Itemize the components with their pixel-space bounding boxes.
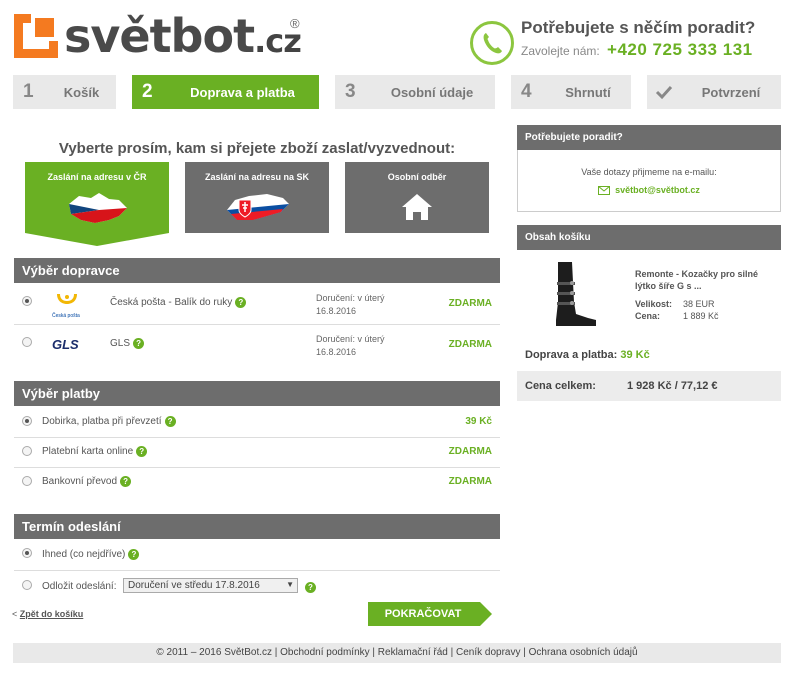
carrier-price: ZDARMA	[448, 298, 492, 309]
carrier-row-ceska-posta[interactable]: Česká pošta Česká pošta - Balík do ruky?…	[14, 284, 500, 325]
carrier-name: Česká pošta - Balík do ruky?	[110, 297, 247, 308]
payment-row-card[interactable]: Platební karta online? ZDARMA	[14, 438, 500, 468]
dispatch-now-label: Ihned (co nejdříve)?	[42, 549, 140, 560]
step-label: Shrnutí	[565, 85, 611, 100]
payment-radio[interactable]	[22, 446, 32, 456]
payment-radio[interactable]	[22, 476, 32, 486]
step-delivery-payment[interactable]: 2 Doprava a platba	[132, 75, 319, 109]
carrier-row-gls[interactable]: GLS GLS? Doručení: v úterý 16.8.2016 ZDAR…	[14, 325, 500, 365]
product-name[interactable]: Remonte - Kozačky pro silné lýtko šíře G…	[635, 268, 775, 292]
phone-number[interactable]: +420 725 333 131	[607, 40, 753, 59]
payment-row-cod[interactable]: Dobirka, platba při převzetí? 39 Kč	[14, 407, 500, 438]
payment-name: Bankovní převod?	[42, 476, 132, 487]
mail-icon	[598, 186, 611, 196]
carrier-logo-text: Česká pošta	[52, 313, 80, 319]
check-icon	[655, 85, 673, 100]
registered-mark: ®	[290, 16, 300, 31]
payment-row-transfer[interactable]: Bankovní převod? ZDARMA	[14, 468, 500, 498]
payment-price: 39 Kč	[465, 416, 492, 427]
shipping-cost: Doprava a platba: 39 Kč	[525, 349, 650, 361]
dest-label: Zaslání na adresu v ČR	[47, 172, 147, 182]
carrier-name: GLS?	[110, 338, 145, 349]
back-link[interactable]: Zpět do košíku	[20, 609, 84, 619]
logo-wordmark: světbot.cz	[64, 9, 302, 63]
step-confirmation[interactable]: Potvrzení	[647, 75, 781, 109]
step-number: 1	[23, 81, 34, 102]
sidebar-help-title: Potřebujete poradit?	[517, 125, 781, 150]
sidebar-cart-title: Obsah košíku	[517, 225, 781, 250]
sidebar-help-box: Vaše dotazy přijmeme na e-mailu: světbot…	[517, 150, 781, 212]
carrier-section-title: Výběr dopravce	[14, 258, 500, 283]
destination-question: Vyberte prosím, kam si přejete zboží zas…	[58, 140, 456, 157]
czech-flag-map-icon	[69, 193, 127, 223]
slovak-flag-map-icon	[227, 194, 289, 220]
payment-name: Platební karta online?	[42, 446, 148, 457]
help-icon[interactable]: ?	[128, 549, 140, 560]
carrier-radio[interactable]	[22, 337, 32, 347]
payment-section-title: Výběr platby	[14, 381, 500, 406]
gls-logo-icon: GLS	[52, 337, 79, 352]
select-value: Doručení ve středu 17.8.2016	[128, 580, 260, 591]
sidebar-email-line: světbot@světbot.cz	[518, 185, 780, 196]
dest-label: Zaslání na adresu na SK	[204, 172, 310, 182]
help-headline: Potřebujete s něčím poradit?	[521, 18, 756, 37]
help-icon[interactable]: ?	[164, 416, 176, 427]
total-label: Cena celkem:	[525, 380, 596, 392]
step-number: 4	[521, 81, 532, 102]
step-label: Potvrzení	[701, 85, 761, 100]
product-price: Cena: 1 889 Kč	[635, 311, 719, 321]
phone-icon	[470, 21, 514, 65]
total-value: 1 928 Kč / 77,12 €	[627, 380, 718, 392]
cart-total: Cena celkem: 1 928 Kč / 77,12 €	[517, 371, 781, 401]
step-cart[interactable]: 1 Košík	[13, 75, 116, 109]
dest-pickup[interactable]: Osobní odběr	[345, 162, 489, 233]
help-icon[interactable]: ?	[235, 297, 247, 308]
carrier-delivery: Doručení: v úterý 16.8.2016	[316, 334, 385, 357]
carrier-radio[interactable]	[22, 296, 32, 306]
dispatch-radio[interactable]	[22, 580, 32, 590]
dispatch-later-label: Odložit odeslání:	[42, 581, 117, 592]
help-icon[interactable]: ?	[136, 446, 148, 457]
continue-button[interactable]: POKRAČOVAT	[368, 602, 492, 626]
active-destination-pointer	[25, 233, 169, 246]
back-to-cart[interactable]: < Zpět do košíku	[12, 609, 83, 619]
site-logo[interactable]: světbot.cz ®	[14, 9, 324, 64]
dispatch-row-now[interactable]: Ihned (co nejdříve)?	[14, 540, 500, 571]
call-line: Zavolejte nám: +420 725 333 131	[521, 40, 753, 60]
payment-price: ZDARMA	[448, 446, 492, 457]
sidebar-help-text: Vaše dotazy přijmeme na e-mailu:	[581, 167, 717, 177]
logo-mark-icon	[14, 14, 58, 58]
call-label: Zavolejte nám:	[521, 44, 600, 58]
footer-links[interactable]: © 2011 – 2016 SvětBot.cz | Obchodní podm…	[13, 643, 781, 663]
step-personal-info[interactable]: 3 Osobní údaje	[335, 75, 495, 109]
payment-radio[interactable]	[22, 416, 32, 426]
carrier-price: ZDARMA	[448, 339, 492, 350]
step-number: 2	[142, 81, 153, 102]
help-icon[interactable]: ?	[305, 582, 316, 593]
dispatch-radio[interactable]	[22, 548, 32, 558]
back-arrow-icon: <	[12, 609, 18, 619]
step-label: Košík	[63, 85, 100, 100]
email-link[interactable]: světbot@světbot.cz	[615, 185, 700, 195]
carrier-delivery: Doručení: v úterý 16.8.2016	[316, 293, 385, 316]
product-image[interactable]	[548, 262, 598, 326]
step-number: 3	[345, 81, 356, 102]
continue-button-label: POKRAČOVAT	[384, 608, 462, 620]
step-summary[interactable]: 4 Shrnutí	[511, 75, 631, 109]
product-size: Velikost: 38 EUR	[635, 299, 715, 309]
payment-name: Dobirka, platba při převzetí?	[42, 416, 176, 427]
chevron-down-icon: ▼	[286, 580, 294, 589]
step-label: Doprava a platba	[190, 85, 295, 100]
payment-price: ZDARMA	[448, 476, 492, 487]
home-icon	[402, 194, 432, 220]
help-icon[interactable]: ?	[120, 476, 132, 487]
dispatch-section-title: Termín odeslání	[14, 514, 500, 539]
dest-sk[interactable]: Zaslání na adresu na SK	[185, 162, 329, 233]
dest-cz[interactable]: Zaslání na adresu v ČR	[25, 162, 169, 233]
help-icon[interactable]: ?	[133, 338, 145, 349]
dispatch-date-select[interactable]: Doručení ve středu 17.8.2016 ▼	[123, 578, 298, 593]
step-label: Osobní údaje	[390, 85, 474, 100]
dest-label: Osobní odběr	[387, 172, 447, 182]
